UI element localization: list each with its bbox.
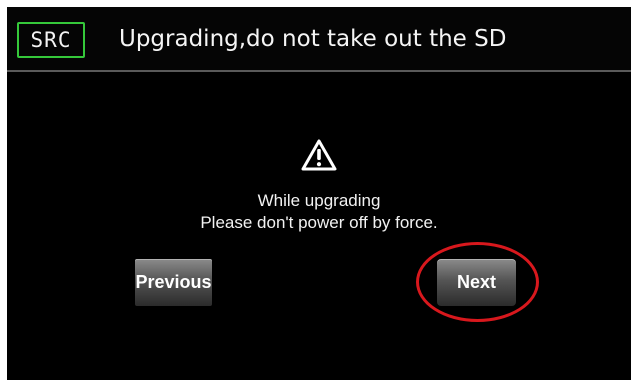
page-title: Upgrading,do not take out the SD: [119, 26, 507, 52]
upgrade-message: While upgrading Please don't power off b…: [7, 190, 631, 234]
header-bar: SRC Upgrading,do not take out the SD: [7, 7, 631, 70]
next-button-highlight: [416, 242, 539, 322]
previous-button[interactable]: Previous: [135, 259, 212, 306]
warning-icon: [301, 139, 337, 171]
message-line-2: Please don't power off by force.: [200, 213, 438, 232]
message-line-1: While upgrading: [257, 191, 381, 210]
header-divider: [7, 70, 631, 72]
upgrade-screen: SRC Upgrading,do not take out the SD Whi…: [7, 7, 631, 380]
source-button[interactable]: SRC: [17, 22, 85, 58]
